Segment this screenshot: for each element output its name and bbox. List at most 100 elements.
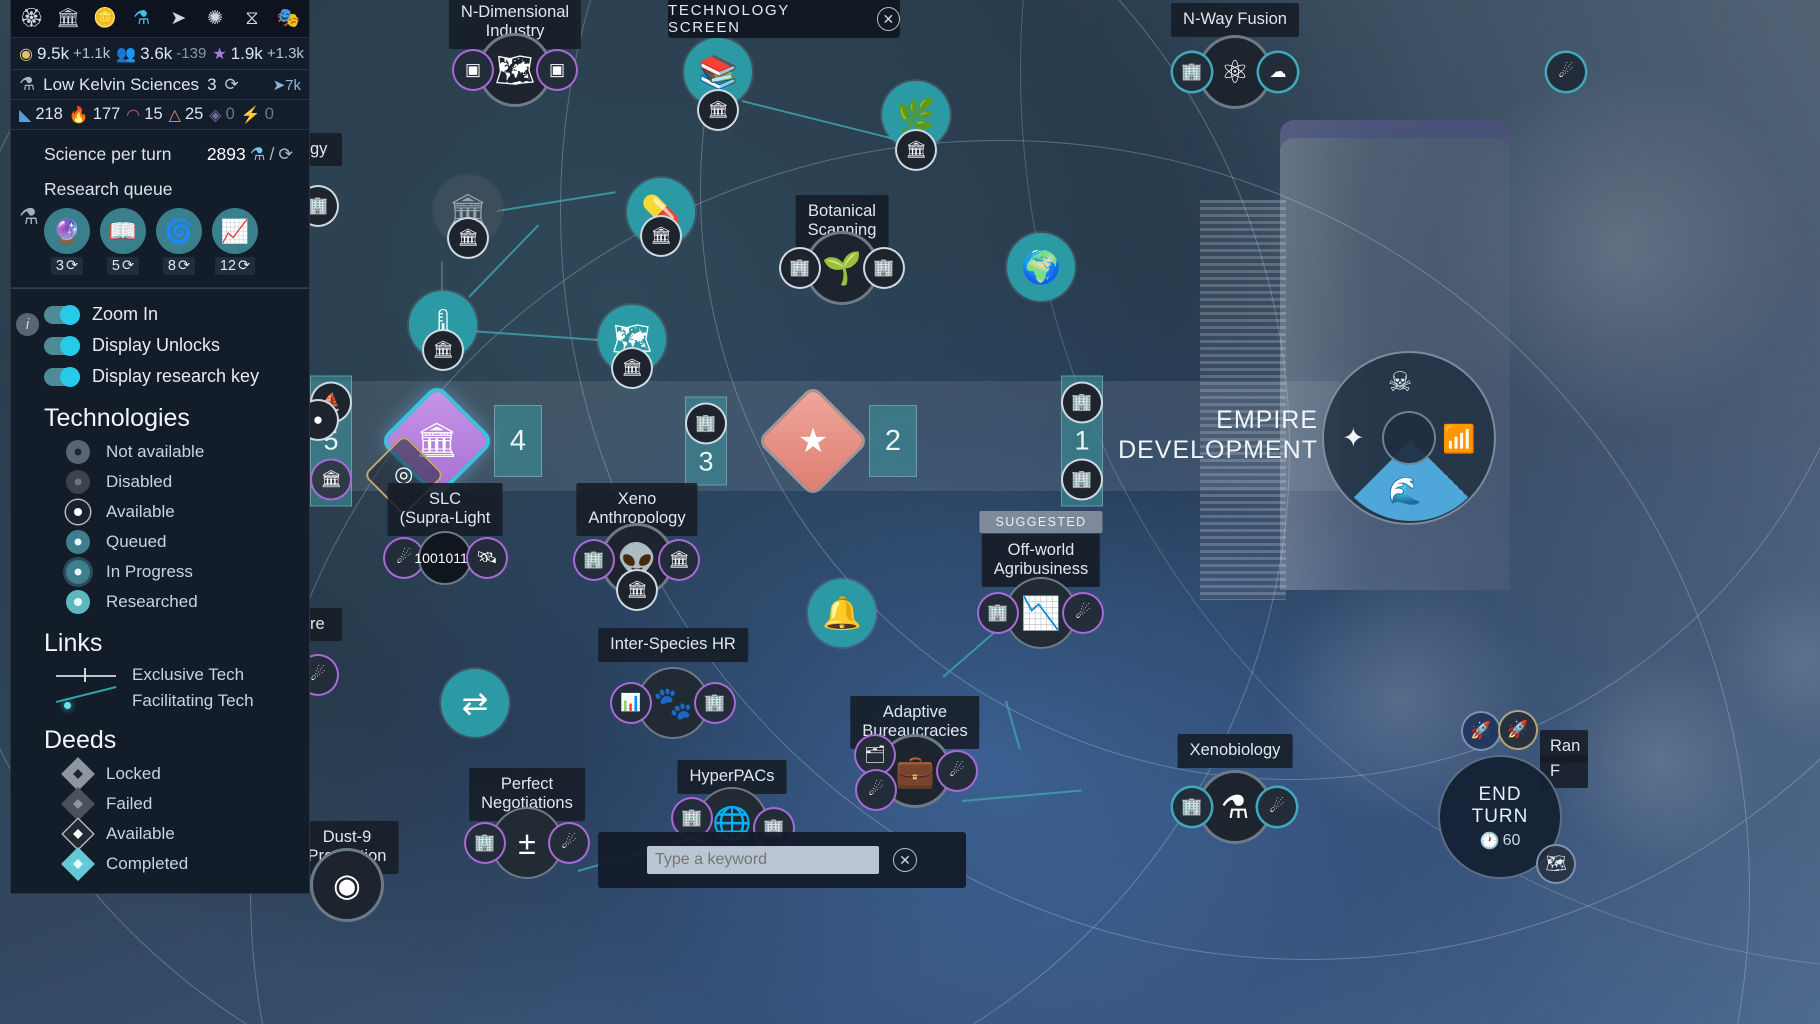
unlock-temple-badge[interactable]: 🏛 bbox=[449, 219, 487, 257]
tab-victory[interactable]: 🏵 bbox=[13, 0, 50, 38]
unlock-botanical-1[interactable]: 🏢 bbox=[781, 249, 819, 287]
unlock-n-dim-2[interactable]: ▣ bbox=[538, 51, 576, 89]
unlock-medicine-badge[interactable]: 🏛 bbox=[642, 217, 680, 255]
era-marker-5[interactable]: ⛵ 5 🏛 bbox=[310, 375, 352, 507]
unlock-slc-2[interactable]: 10010110 bbox=[414, 533, 476, 583]
tab-empire[interactable]: 🏛 bbox=[50, 0, 87, 38]
tech-node-xeno-logistics[interactable]: ⇄ bbox=[441, 669, 509, 737]
era-marker-1[interactable]: 🏢 1 🏢 bbox=[1061, 375, 1103, 507]
unlock-library-badge[interactable]: 🏛 bbox=[699, 91, 737, 129]
quadrinix-icon: ◈ bbox=[209, 106, 222, 124]
unlock-hr-2[interactable]: 🏢 bbox=[696, 684, 734, 722]
resource-orichalcix[interactable]: △ 25 bbox=[169, 105, 204, 125]
unlock-xeno-anth-2[interactable]: 🏛 bbox=[660, 541, 698, 579]
era-marker-2[interactable]: 2 bbox=[869, 405, 917, 477]
science-per-turn-value-group: 2893 ⚗ / ⟳ bbox=[207, 144, 293, 165]
tab-diplomacy[interactable]: ✺ bbox=[197, 0, 234, 38]
star-icon[interactable]: ✦ bbox=[1342, 423, 1365, 454]
tech-node-dust-9-production[interactable]: ◉ bbox=[313, 851, 381, 919]
pending-orders-button[interactable]: 🚀 bbox=[1500, 712, 1536, 748]
unlock-hr-1[interactable]: 📊 bbox=[612, 684, 650, 722]
probe-icon: 🛰 bbox=[468, 539, 506, 577]
queue-item-3[interactable]: 🌀 8 ⟳ bbox=[156, 208, 202, 275]
unlock-fusion-1[interactable]: 🏢 bbox=[1173, 53, 1211, 91]
queue-item-2[interactable]: 📖 5 ⟳ bbox=[100, 208, 146, 275]
queue-item-1[interactable]: 🔮 3 ⟳ bbox=[44, 208, 90, 275]
tech-label-xenobiology[interactable]: Xenobiology bbox=[1177, 734, 1293, 768]
unlock-negot-2[interactable]: ☄ bbox=[550, 824, 588, 862]
tab-quests[interactable]: ⧖ bbox=[234, 0, 271, 38]
resource-value: 218 bbox=[35, 105, 63, 123]
turn-icon: ⟳ bbox=[237, 258, 251, 274]
toggle-switch[interactable] bbox=[44, 335, 80, 356]
toggle-switch[interactable] bbox=[44, 366, 80, 387]
unlock-xenobio-1[interactable]: 🏢 bbox=[1173, 788, 1211, 826]
empire-development-wheel[interactable]: ☠ ✦ 📶 🌊 bbox=[1322, 351, 1496, 525]
close-icon[interactable]: ✕ bbox=[876, 7, 900, 31]
tech-label-n-way-fusion[interactable]: N-Way Fusion bbox=[1171, 3, 1299, 37]
wave-icon[interactable]: 🌊 bbox=[1388, 475, 1422, 507]
tech-search-bar[interactable]: ✕ bbox=[598, 832, 966, 888]
toggle-switch[interactable] bbox=[44, 304, 80, 325]
unlock-negot-1[interactable]: 🏢 bbox=[466, 824, 504, 862]
government-icon: 🏛 bbox=[699, 91, 737, 129]
queue-item-4[interactable]: 📈 12 ⟳ bbox=[212, 208, 258, 275]
unlock-n-dim-1[interactable]: ▣ bbox=[454, 51, 492, 89]
resource-population[interactable]: 👥 3.6k -139 bbox=[116, 44, 206, 64]
unlock-climate-badge[interactable]: 🏛 bbox=[613, 349, 651, 387]
tab-academy[interactable]: 🎭 bbox=[270, 0, 307, 38]
unlock-agri-1[interactable]: 🏢 bbox=[979, 594, 1017, 632]
toggle-display-research-key[interactable]: Display research key bbox=[11, 361, 309, 392]
unlock-agri-2[interactable]: ☄ bbox=[1064, 594, 1102, 632]
close-icon[interactable]: ✕ bbox=[893, 848, 917, 872]
resource-mizarium[interactable]: ⚡ 0 bbox=[241, 105, 274, 125]
wheel-hub[interactable] bbox=[1382, 411, 1436, 465]
government-icon: 🏛 bbox=[897, 131, 935, 169]
unlock-slc-3[interactable]: 🛰 bbox=[468, 539, 506, 577]
era-marker-3[interactable]: 🏢 3 bbox=[685, 396, 727, 486]
tech-node-partial-right[interactable]: ☄ bbox=[1547, 53, 1585, 91]
building-icon: 🏢 bbox=[1063, 460, 1101, 499]
era-marker-4[interactable]: 4 bbox=[494, 405, 542, 477]
tech-node-hydromorphology[interactable]: 🔔 bbox=[808, 579, 876, 647]
legend-deed-locked: Locked bbox=[11, 757, 309, 791]
next-idle-ship-button[interactable]: 🚀 bbox=[1463, 713, 1499, 749]
tab-economy[interactable]: 🪙 bbox=[87, 0, 124, 38]
people-chart-icon: 📊 bbox=[612, 684, 650, 722]
skull-icon[interactable]: ☠ bbox=[1388, 367, 1412, 398]
resource-antimatter[interactable]: ◠ 15 bbox=[126, 105, 162, 125]
tech-label-slc-supra-light[interactable]: SLC (Supra-Light bbox=[387, 483, 503, 536]
minimap-button[interactable]: 🗺 bbox=[1538, 846, 1574, 882]
research-key-legend: Zoom In Display Unlocks Display research… bbox=[10, 288, 310, 894]
chart-icon[interactable]: 📶 bbox=[1442, 423, 1476, 455]
info-icon[interactable]: i bbox=[16, 313, 39, 336]
unlock-bureau-1[interactable]: 🗂 bbox=[856, 736, 894, 774]
resource-influence[interactable]: ★ 1.9k +1.3k bbox=[212, 44, 304, 64]
unlock-fusion-2[interactable]: ☁ bbox=[1259, 53, 1297, 91]
search-input[interactable] bbox=[647, 846, 879, 874]
resource-titanium[interactable]: ◣ 218 bbox=[19, 105, 63, 125]
resource-dust[interactable]: ◉ 9.5k +1.1k bbox=[19, 44, 110, 64]
unlock-bureau-2[interactable]: ☄ bbox=[938, 752, 976, 790]
tech-label-inter-species-hr[interactable]: Inter-Species HR bbox=[598, 628, 748, 662]
unlock-xenobio-2[interactable]: ☄ bbox=[1258, 788, 1296, 826]
unlock-bio-badge[interactable]: 🏛 bbox=[897, 131, 935, 169]
resource-quadrinix[interactable]: ◈ 0 bbox=[209, 105, 235, 125]
star-icon: ★ bbox=[797, 421, 829, 460]
unlock-xeno-anth-badge[interactable]: 🏛 bbox=[618, 571, 656, 609]
turn-counter: 🕐 60 bbox=[1479, 831, 1521, 850]
current-research-turns: 3 bbox=[207, 74, 217, 94]
cloud-icon: ☁ bbox=[1259, 53, 1297, 91]
toggle-zoom-in[interactable]: Zoom In bbox=[11, 299, 309, 330]
unlock-botanical-2[interactable]: 🏢 bbox=[865, 249, 903, 287]
tab-military[interactable]: ➤ bbox=[160, 0, 197, 38]
unlock-xeno-anth-1[interactable]: 🏢 bbox=[575, 541, 613, 579]
resource-hyperium[interactable]: 🔥 177 bbox=[69, 105, 120, 125]
hud-current-research-row[interactable]: ⚗ Low Kelvin Sciences 3 ⟳ ➤7k bbox=[10, 70, 310, 100]
tech-node-xeno-ecology[interactable]: 🌍 bbox=[1007, 233, 1075, 301]
government-icon: 🏛 bbox=[449, 219, 487, 257]
unlock-bureau-3[interactable]: ☄ bbox=[857, 771, 895, 809]
toggle-display-unlocks[interactable]: Display Unlocks bbox=[11, 330, 309, 361]
unlock-cryo-badge[interactable]: 🏛 bbox=[424, 331, 462, 369]
tab-science[interactable]: ⚗ bbox=[123, 0, 160, 38]
